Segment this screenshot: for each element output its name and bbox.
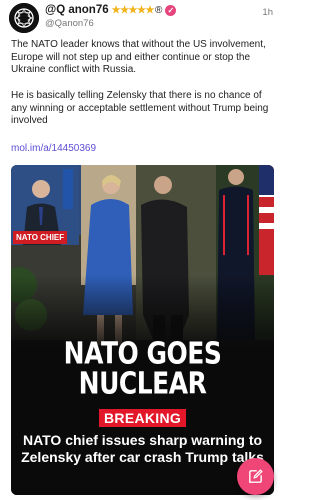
post-media-image[interactable]: NATO CHIEF NATO GOES NUCLEAR BREAKING NA… — [11, 165, 274, 495]
registered-mark: ® — [154, 4, 163, 16]
verified-badge-icon: ✓ — [165, 4, 177, 16]
compose-pencil-icon — [249, 469, 263, 483]
article-link[interactable]: mol.im/a/14450369 — [11, 143, 96, 154]
post-paragraph-1: The NATO leader knows that without the U… — [11, 39, 266, 75]
compose-button[interactable] — [237, 458, 274, 495]
author-name-row[interactable]: @Q anon76 ★★★★★ ® ✓ — [45, 3, 177, 17]
post-paragraph-2: He is basically telling Zelensky that th… — [11, 90, 269, 126]
inset-label: NATO CHIEF — [13, 231, 68, 244]
q-avatar-icon — [9, 3, 39, 33]
breaking-badge: BREAKING — [99, 409, 187, 427]
post-timestamp: 1h — [262, 7, 273, 18]
media-caption: NATO chief issues sharp warning to Zelen… — [21, 432, 264, 465]
post-card[interactable]: @Q anon76 ★★★★★ ® ✓ @Qanon76 1h The NATO… — [0, 0, 284, 500]
user-avatar[interactable] — [9, 3, 39, 33]
author-handle[interactable]: @Qanon76 — [45, 18, 94, 29]
author-name[interactable]: @Q anon76 — [45, 4, 109, 16]
headline-line-2: NUCLEAR — [78, 366, 207, 401]
star-rating: ★★★★★ — [111, 4, 155, 16]
